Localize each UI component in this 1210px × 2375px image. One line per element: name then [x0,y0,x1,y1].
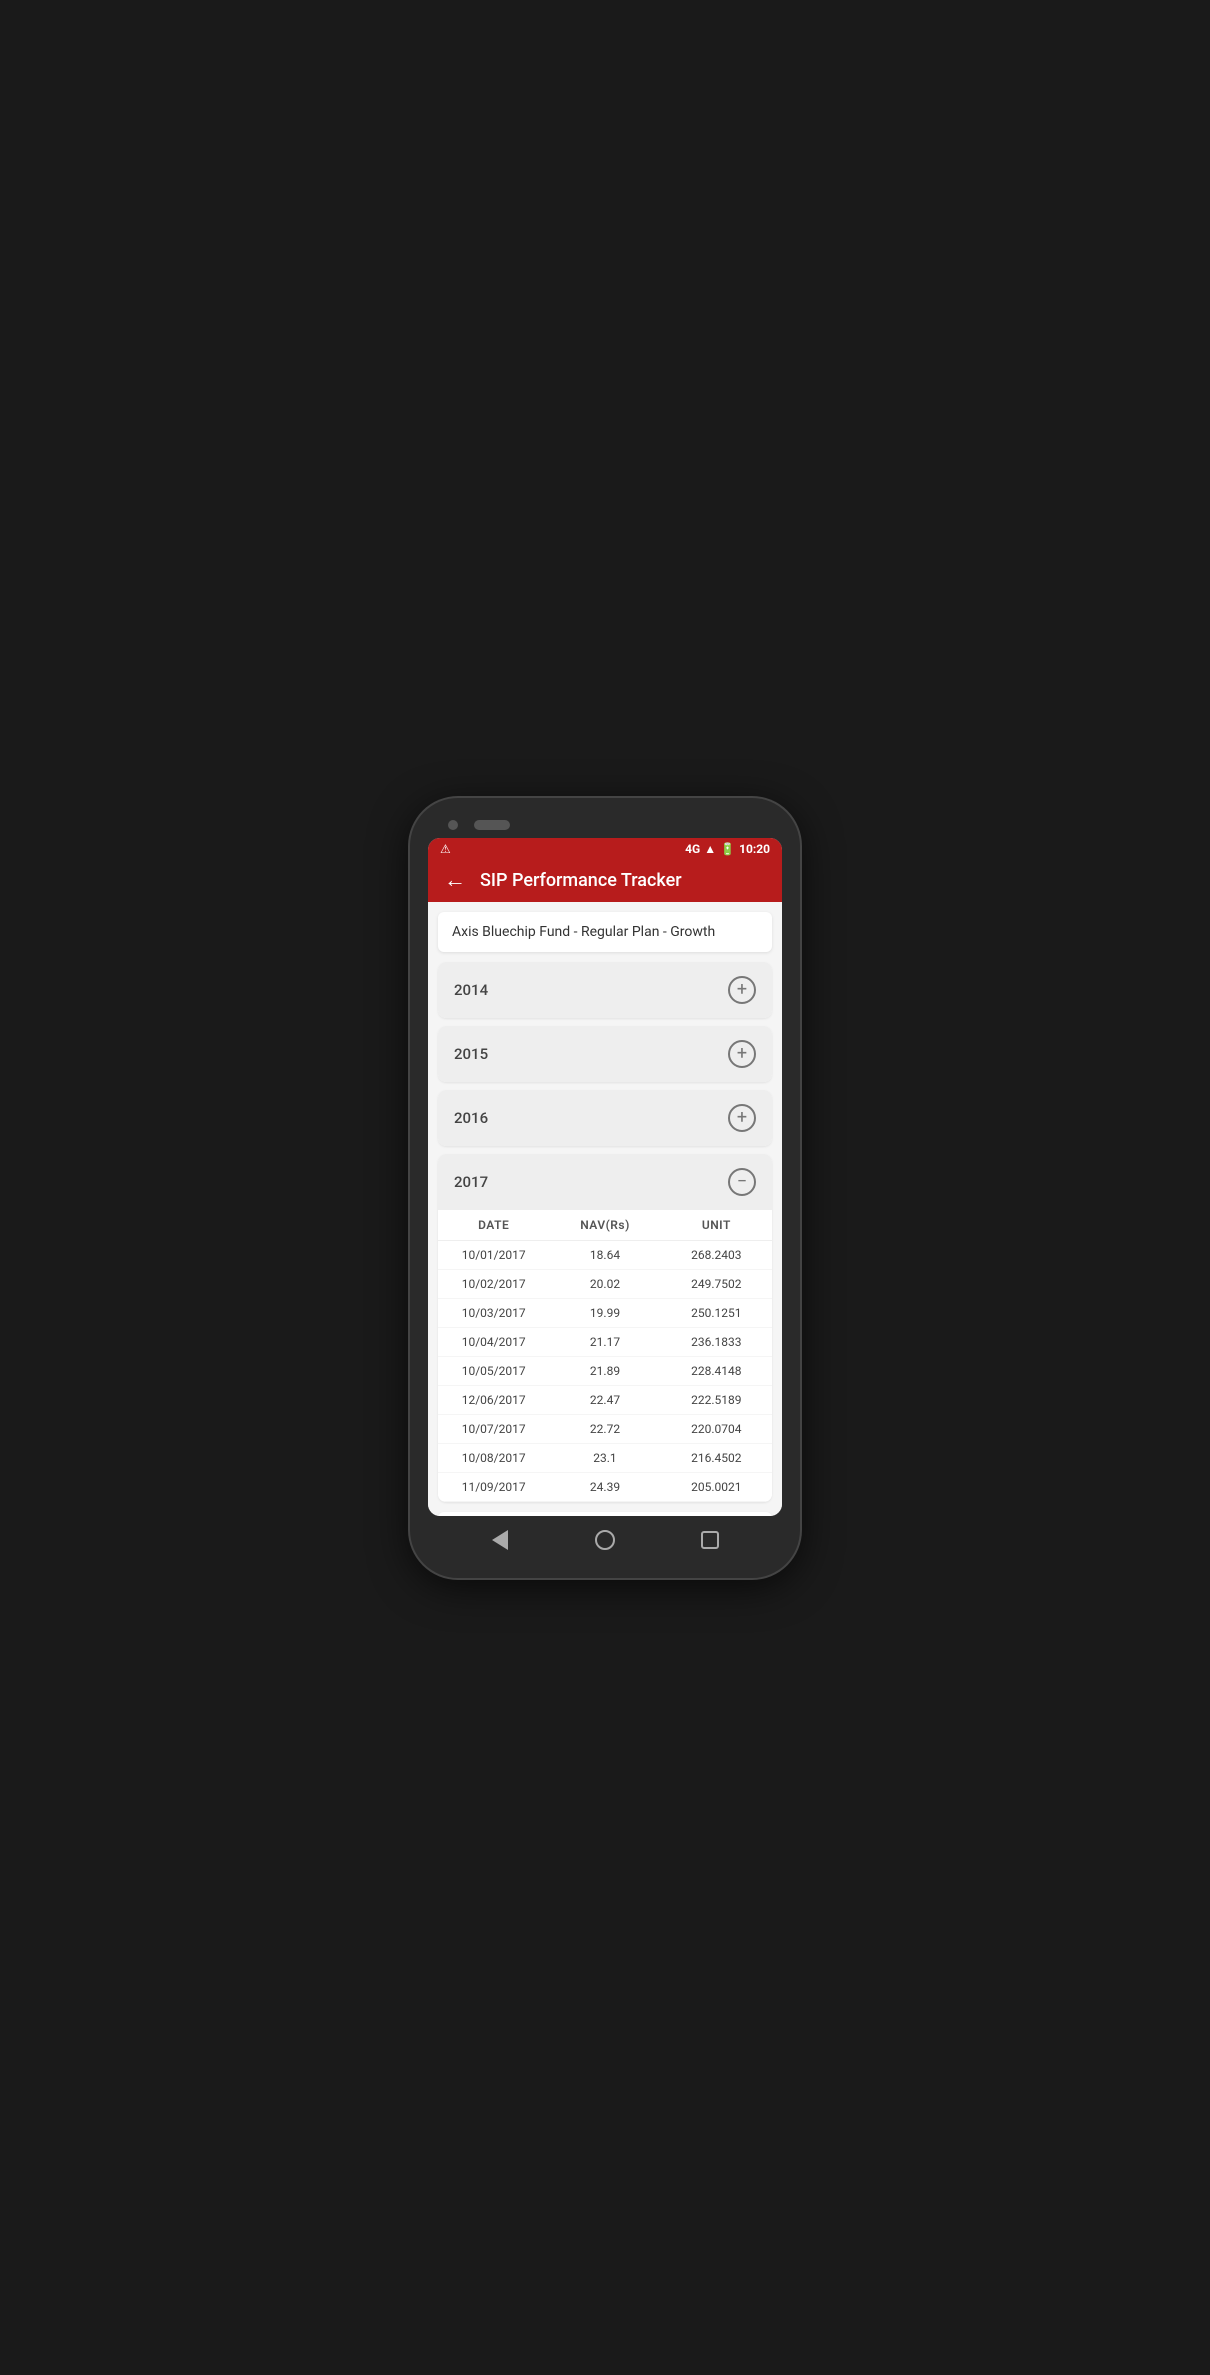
cell-nav: 19.99 [549,1306,660,1320]
cell-date: 10/08/2017 [438,1451,549,1465]
phone-screen: ⚠ 4G ▲ 🔋 10:20 ← SIP Performance Tracker… [428,838,782,1516]
year-header-2015[interactable]: 2015 + [438,1026,772,1082]
cell-date: 10/02/2017 [438,1277,549,1291]
recents-nav-button[interactable] [696,1526,724,1554]
table-row: 10/05/2017 21.89 228.4148 [438,1357,772,1386]
camera-dot [448,820,458,830]
table-row: 11/09/2017 24.39 205.0021 [438,1473,772,1502]
table-row: 10/08/2017 23.1 216.4502 [438,1444,772,1473]
cell-date: 12/06/2017 [438,1393,549,1407]
phone-bottom-bar [428,1516,782,1560]
cell-date: 11/09/2017 [438,1480,549,1494]
cell-date: 10/01/2017 [438,1248,549,1262]
cell-unit: 216.4502 [661,1451,772,1465]
speaker [474,820,510,830]
status-right: 4G ▲ 🔋 10:20 [685,842,770,856]
cell-unit: 228.4148 [661,1364,772,1378]
col-header-nav: NAV(Rs) [549,1218,660,1232]
col-header-date: DATE [438,1218,549,1232]
cell-unit: 220.0704 [661,1422,772,1436]
year-accordion-2014: 2014 + [438,962,772,1018]
status-left: ⚠ [440,842,451,856]
recents-nav-icon [701,1531,719,1549]
expand-icon-2014: + [728,976,756,1004]
cell-unit: 222.5189 [661,1393,772,1407]
cell-unit: 236.1833 [661,1335,772,1349]
cell-nav: 24.39 [549,1480,660,1494]
year-accordion-2017: 2017 − DATE NAV(Rs) UNIT 10/01/2017 18.6… [438,1154,772,1502]
expand-icon-2016: + [728,1104,756,1132]
collapse-icon-2017: − [728,1168,756,1196]
cell-unit: 268.2403 [661,1248,772,1262]
app-bar: ← SIP Performance Tracker [428,860,782,902]
status-bar: ⚠ 4G ▲ 🔋 10:20 [428,838,782,860]
table-row: 10/01/2017 18.64 268.2403 [438,1241,772,1270]
signal-icon: ▲ [704,842,716,856]
battery-icon: 🔋 [720,842,735,856]
cell-nav: 21.89 [549,1364,660,1378]
fund-name-text: Axis Bluechip Fund - Regular Plan - Grow… [452,924,715,940]
year-label-2017: 2017 [454,1173,488,1191]
cell-date: 10/03/2017 [438,1306,549,1320]
expand-icon-2015: + [728,1040,756,1068]
fund-name-card: Axis Bluechip Fund - Regular Plan - Grow… [438,912,772,952]
table-row: 10/02/2017 20.02 249.7502 [438,1270,772,1299]
table-rows-container: 10/01/2017 18.64 268.2403 10/02/2017 20.… [438,1241,772,1502]
year-label-2015: 2015 [454,1045,488,1063]
back-nav-icon [492,1530,508,1550]
cell-date: 10/04/2017 [438,1335,549,1349]
cell-nav: 18.64 [549,1248,660,1262]
cell-nav: 23.1 [549,1451,660,1465]
year-header-2014[interactable]: 2014 + [438,962,772,1018]
camera-area [448,820,510,830]
back-button[interactable]: ← [444,870,466,892]
col-header-unit: UNIT [661,1218,772,1232]
phone-top-bar [428,816,782,838]
signal-label: 4G [685,842,700,856]
table-row: 12/06/2017 22.47 222.5189 [438,1386,772,1415]
year-accordion-2016: 2016 + [438,1090,772,1146]
cell-nav: 21.17 [549,1335,660,1349]
year-accordion-2015: 2015 + [438,1026,772,1082]
warning-icon: ⚠ [440,842,451,856]
cell-nav: 22.47 [549,1393,660,1407]
table-row: 10/03/2017 19.99 250.1251 [438,1299,772,1328]
screen-content: Axis Bluechip Fund - Regular Plan - Grow… [428,902,782,1516]
cell-nav: 20.02 [549,1277,660,1291]
cell-date: 10/05/2017 [438,1364,549,1378]
year-header-2016[interactable]: 2016 + [438,1090,772,1146]
back-nav-button[interactable] [486,1526,514,1554]
time-display: 10:20 [739,842,770,856]
table-row: 10/04/2017 21.17 236.1833 [438,1328,772,1357]
year-label-2014: 2014 [454,981,488,999]
year-header-2017[interactable]: 2017 − [438,1154,772,1210]
app-title: SIP Performance Tracker [480,870,682,891]
year-table-2017: DATE NAV(Rs) UNIT 10/01/2017 18.64 268.2… [438,1210,772,1502]
table-row: 10/07/2017 22.72 220.0704 [438,1415,772,1444]
table-header-row: DATE NAV(Rs) UNIT [438,1210,772,1241]
home-nav-button[interactable] [591,1526,619,1554]
cell-unit: 249.7502 [661,1277,772,1291]
phone-shell: ⚠ 4G ▲ 🔋 10:20 ← SIP Performance Tracker… [410,798,800,1578]
home-nav-icon [595,1530,615,1550]
cell-date: 10/07/2017 [438,1422,549,1436]
cell-unit: 250.1251 [661,1306,772,1320]
year-label-2016: 2016 [454,1109,488,1127]
cell-unit: 205.0021 [661,1480,772,1494]
cell-nav: 22.72 [549,1422,660,1436]
